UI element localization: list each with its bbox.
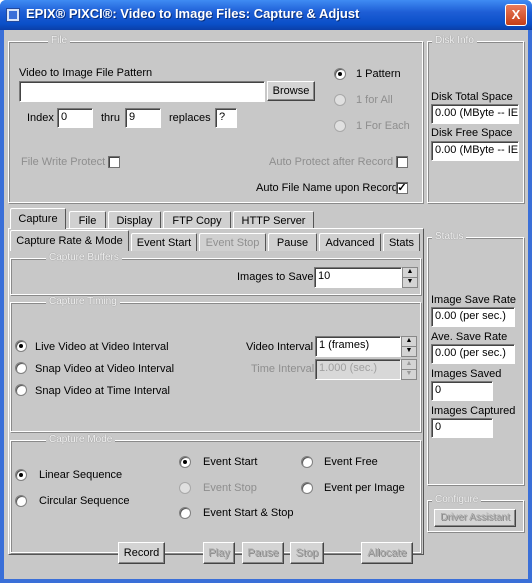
tab-http-server[interactable]: HTTP Server bbox=[233, 211, 314, 229]
radio-linear-sequence[interactable] bbox=[15, 469, 27, 481]
capture-buffers-legend: Capture Buffers bbox=[46, 252, 122, 263]
radio-event-start[interactable] bbox=[179, 456, 191, 468]
ave-save-rate-value: 0.00 (per sec.) bbox=[431, 344, 515, 364]
event-start-label: Event Start bbox=[203, 456, 258, 468]
radio-circular-sequence[interactable] bbox=[15, 495, 27, 507]
event-free-label: Event Free bbox=[324, 456, 378, 468]
radio-1-for-each[interactable] bbox=[334, 120, 346, 132]
subtab-event-start[interactable]: Event Start bbox=[131, 233, 197, 251]
radio-1-for-all-label: 1 for All bbox=[356, 94, 393, 106]
event-stop-label: Event Stop bbox=[203, 482, 257, 494]
pattern-input[interactable] bbox=[19, 81, 265, 102]
capture-timing-legend: Capture Timing bbox=[46, 296, 120, 307]
stop-button[interactable]: Stop bbox=[290, 542, 324, 564]
time-interval-label: Time Interval bbox=[251, 363, 315, 375]
spin-up-icon[interactable]: ▲ bbox=[402, 337, 416, 347]
video-interval-label: Video Interval bbox=[246, 341, 314, 353]
video-interval-spinner[interactable]: ▲ ▼ bbox=[401, 336, 417, 357]
write-protect-checkbox[interactable] bbox=[108, 156, 120, 168]
subtab-event-stop[interactable]: Event Stop bbox=[199, 233, 266, 251]
tab-capture[interactable]: Capture bbox=[10, 208, 66, 229]
radio-live-video[interactable] bbox=[15, 340, 27, 352]
file-group-legend: File bbox=[48, 35, 71, 46]
event-start-stop-label: Event Start & Stop bbox=[203, 507, 294, 519]
auto-protect-checkbox[interactable] bbox=[396, 156, 408, 168]
radio-event-start-stop[interactable] bbox=[179, 507, 191, 519]
images-captured-value: 0 bbox=[431, 418, 493, 438]
capture-mode-legend: Capture Mode bbox=[46, 434, 116, 445]
app-icon bbox=[6, 8, 20, 22]
index-label: Index bbox=[27, 112, 54, 124]
disk-info-legend: Disk Info bbox=[432, 35, 477, 46]
disk-total-value: 0.00 (MByte -- IE bbox=[431, 104, 519, 124]
subtab-advanced[interactable]: Advanced bbox=[319, 233, 381, 251]
radio-1-pattern[interactable] bbox=[334, 68, 346, 80]
client-area: File Video to Image File Pattern Browse … bbox=[4, 30, 528, 579]
subtab-pause[interactable]: Pause bbox=[268, 233, 317, 251]
disk-total-label: Disk Total Space bbox=[431, 91, 513, 103]
snap-video-label: Snap Video at Video Interval bbox=[35, 363, 175, 375]
radio-1-for-all[interactable] bbox=[334, 94, 346, 106]
linear-sequence-label: Linear Sequence bbox=[39, 469, 123, 481]
radio-snap-time[interactable] bbox=[15, 384, 27, 396]
radio-snap-video[interactable] bbox=[15, 362, 27, 374]
window-title: EPIX® PIXCI®: Video to Image Files: Capt… bbox=[26, 6, 360, 21]
radio-event-stop[interactable] bbox=[179, 482, 191, 494]
snap-time-label: Snap Video at Time Interval bbox=[35, 385, 170, 397]
thru-label: thru bbox=[101, 112, 120, 124]
radio-event-free[interactable] bbox=[301, 456, 313, 468]
pattern-label: Video to Image File Pattern bbox=[19, 67, 153, 79]
images-saved-label: Images Saved bbox=[431, 368, 502, 380]
video-interval-input[interactable]: 1 (frames) bbox=[315, 336, 401, 357]
spin-down-icon[interactable]: ▼ bbox=[403, 278, 417, 288]
ave-save-rate-label: Ave. Save Rate bbox=[431, 331, 508, 343]
image-save-rate-label: Image Save Rate bbox=[431, 294, 516, 306]
auto-name-label: Auto File Name upon Record bbox=[256, 182, 398, 194]
spin-down-icon[interactable]: ▼ bbox=[402, 347, 416, 357]
live-video-label: Live Video at Video Interval bbox=[35, 341, 169, 353]
disk-free-value: 0.00 (MByte -- IE bbox=[431, 141, 519, 161]
record-button[interactable]: Record bbox=[118, 542, 165, 564]
write-protect-label: File Write Protect bbox=[21, 156, 106, 168]
spin-down-icon[interactable]: ▼ bbox=[402, 370, 416, 380]
images-saved-value: 0 bbox=[431, 381, 493, 401]
title-bar[interactable]: EPIX® PIXCI®: Video to Image Files: Capt… bbox=[0, 0, 532, 30]
play-button[interactable]: Play bbox=[203, 542, 235, 564]
index-input[interactable]: 0 bbox=[57, 108, 93, 128]
radio-1-for-each-label: 1 For Each bbox=[356, 120, 410, 132]
thru-input[interactable]: 9 bbox=[125, 108, 161, 128]
driver-assistant-button[interactable]: Driver Assistant bbox=[434, 509, 516, 527]
images-to-save-label: Images to Save bbox=[237, 271, 314, 283]
allocate-button[interactable]: Allocate bbox=[361, 542, 413, 564]
subtab-capture-rate-mode[interactable]: Capture Rate & Mode bbox=[10, 230, 129, 251]
spin-up-icon[interactable]: ▲ bbox=[402, 360, 416, 370]
close-button[interactable]: X bbox=[505, 4, 527, 26]
pause-button[interactable]: Pause bbox=[242, 542, 284, 564]
images-to-save-input[interactable]: 10 bbox=[314, 267, 402, 288]
circular-sequence-label: Circular Sequence bbox=[39, 495, 130, 507]
images-to-save-spinner[interactable]: ▲ ▼ bbox=[402, 267, 418, 288]
status-legend: Status bbox=[432, 231, 467, 242]
browse-button[interactable]: Browse bbox=[267, 81, 315, 101]
configure-legend: Configure bbox=[432, 494, 482, 505]
auto-protect-label: Auto Protect after Record bbox=[269, 156, 394, 168]
radio-event-per-image[interactable] bbox=[301, 482, 313, 494]
images-captured-label: Images Captured bbox=[431, 405, 516, 417]
tab-ftp-copy[interactable]: FTP Copy bbox=[163, 211, 231, 229]
auto-name-checkbox[interactable]: ✓ bbox=[396, 182, 408, 194]
event-per-image-label: Event per Image bbox=[324, 482, 405, 494]
tab-display[interactable]: Display bbox=[108, 211, 161, 229]
time-interval-input[interactable]: 1.000 (sec.) bbox=[315, 359, 401, 380]
subtab-stats[interactable]: Stats bbox=[383, 233, 420, 251]
radio-1-pattern-label: 1 Pattern bbox=[356, 68, 401, 80]
app-window: EPIX® PIXCI®: Video to Image Files: Capt… bbox=[0, 0, 532, 583]
image-save-rate-value: 0.00 (per sec.) bbox=[431, 307, 515, 327]
disk-free-label: Disk Free Space bbox=[431, 127, 513, 139]
spin-up-icon[interactable]: ▲ bbox=[403, 268, 417, 278]
tab-file[interactable]: File bbox=[69, 211, 106, 229]
time-interval-spinner[interactable]: ▲ ▼ bbox=[401, 359, 417, 380]
replaces-label: replaces bbox=[169, 112, 211, 124]
replaces-input[interactable]: ? bbox=[215, 108, 237, 128]
